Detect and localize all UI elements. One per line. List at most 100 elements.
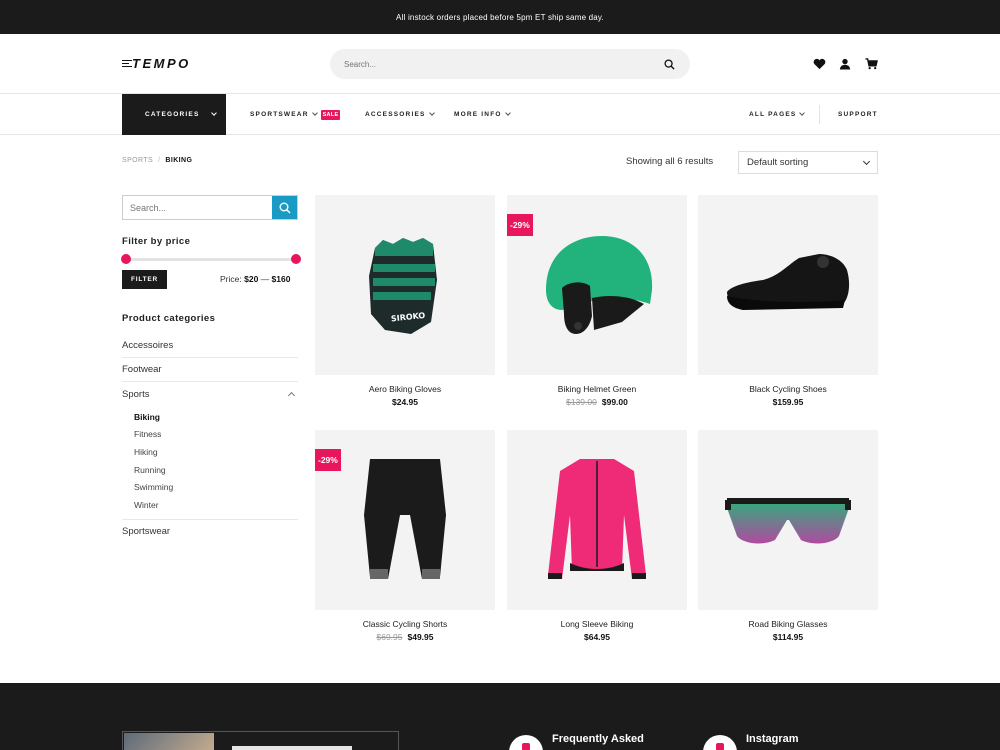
product-name[interactable]: Black Cycling Shoes [698, 384, 878, 394]
chevron-down-icon [211, 110, 217, 116]
chevron-down-icon [428, 110, 435, 116]
sidebar-search-input[interactable] [123, 196, 272, 219]
category-label: Footwear [122, 364, 162, 375]
announcement-text: All instock orders placed before 5pm ET … [396, 12, 604, 22]
price-min: $20 [244, 274, 259, 284]
product-card[interactable]: SIROKO Aero Biking Gloves $24.95 [315, 195, 495, 407]
product-price: $159.95 [698, 397, 878, 407]
chevron-up-icon[interactable] [287, 391, 296, 400]
nav-label: MORE INFO [454, 111, 502, 118]
product-image-jersey[interactable] [507, 430, 687, 610]
price-range-text: Price: $20 — $160 [220, 274, 290, 284]
category-item-footwear[interactable]: Footwear [122, 358, 298, 382]
header-search-input[interactable] [344, 59, 662, 69]
sorting-select[interactable]: Default sorting [738, 151, 878, 174]
site-header: TEMPO [0, 34, 1000, 94]
breadcrumb-parent[interactable]: SPORTS [122, 157, 153, 164]
product-name[interactable]: Long Sleeve Biking [507, 619, 687, 629]
footer-post-image[interactable] [124, 733, 214, 750]
nav-label: ACCESSORIES [365, 111, 426, 118]
product-card[interactable]: Black Cycling Shoes $159.95 [698, 195, 878, 407]
category-item-accessoires[interactable]: Accessoires [122, 334, 298, 358]
user-icon[interactable] [838, 57, 852, 71]
product-price: $114.95 [698, 632, 878, 642]
category-item-sports[interactable]: Sports [122, 382, 298, 406]
footer-faq-title[interactable]: Frequently Asked [552, 733, 644, 745]
product-categories-heading: Product categories [122, 313, 216, 324]
nav-label: SUPPORT [838, 111, 878, 118]
sorting-value: Default sorting [747, 157, 809, 168]
instagram-icon [703, 735, 737, 750]
search-icon[interactable] [662, 57, 676, 71]
price-max: $160 [271, 274, 291, 284]
sidebar-search-button[interactable] [272, 196, 297, 219]
price-slider-track[interactable] [126, 258, 296, 261]
subcategory-item-fitness[interactable]: Fitness [134, 426, 298, 444]
sports-subcategory-list: Biking Fitness Hiking Running Swimming W… [122, 406, 298, 520]
filter-price-heading: Filter by price [122, 236, 191, 247]
product-name[interactable]: Road Biking Glasses [698, 619, 878, 629]
nav-item-support[interactable]: SUPPORT [838, 94, 878, 135]
product-price: $69.95 $49.95 [315, 632, 495, 642]
price-slider-min-handle[interactable] [121, 254, 131, 264]
search-icon [279, 202, 291, 214]
categories-button[interactable]: CATEGORIES [122, 94, 226, 135]
product-image-gloves[interactable]: SIROKO [315, 195, 495, 375]
subcategory-item-swimming[interactable]: Swimming [134, 478, 298, 496]
category-label: Sports [122, 388, 150, 400]
product-image-glasses[interactable] [698, 430, 878, 610]
product-image-shorts[interactable] [315, 430, 495, 610]
subcategory-item-hiking[interactable]: Hiking [134, 443, 298, 461]
category-label: Sportswear [122, 526, 171, 538]
chevron-down-icon [504, 110, 511, 116]
product-name[interactable]: Aero Biking Gloves [315, 384, 495, 394]
nav-label: ALL PAGES [749, 111, 797, 118]
product-name[interactable]: Biking Helmet Green [507, 384, 687, 394]
subcategory-item-winter[interactable]: Winter [134, 496, 298, 514]
old-price: $139.00 [566, 397, 597, 407]
nav-item-sportswear[interactable]: SPORTSWEAR SALE [250, 94, 341, 135]
category-label: Accessoires [122, 340, 174, 351]
product-card[interactable]: -29% Biking Helmet Green $139.00 $99.00 [507, 195, 687, 407]
nav-item-more-info[interactable]: MORE INFO [454, 94, 511, 135]
chevron-down-icon [311, 110, 318, 116]
current-price: $114.95 [772, 632, 804, 642]
faq-icon [509, 735, 543, 750]
product-card[interactable]: Road Biking Glasses $114.95 [698, 430, 878, 642]
product-card[interactable]: Long Sleeve Biking $64.95 [507, 430, 687, 642]
sidebar-search [122, 195, 298, 220]
discount-badge: -29% [507, 214, 533, 236]
product-image-shoes[interactable] [698, 195, 878, 375]
nav-item-accessories[interactable]: ACCESSORIES [365, 94, 435, 135]
heart-icon[interactable] [812, 57, 826, 71]
current-price: $99.00 [601, 397, 628, 407]
footer-instagram-title[interactable]: Instagram [746, 733, 799, 745]
breadcrumb: SPORTS / BIKING [122, 157, 192, 164]
footer-post-title [232, 746, 352, 750]
category-item-sportswear[interactable]: Sportswear [122, 520, 298, 544]
chevron-down-icon [799, 110, 806, 116]
filter-button[interactable]: FILTER [122, 270, 167, 289]
price-slider-max-handle[interactable] [291, 254, 301, 264]
product-card[interactable]: -29% Classic Cycling Shorts $69.95 $49.95 [315, 430, 495, 642]
site-footer: Frequently Asked Instagram [0, 683, 1000, 750]
product-price: $139.00 $99.00 [507, 397, 687, 407]
site-logo[interactable]: TEMPO [122, 56, 191, 71]
nav-label: SPORTSWEAR [250, 111, 309, 118]
announcement-bar: All instock orders placed before 5pm ET … [0, 0, 1000, 34]
product-name[interactable]: Classic Cycling Shorts [315, 619, 495, 629]
subcategory-item-biking[interactable]: Biking [134, 408, 298, 426]
header-icons [812, 57, 878, 71]
breadcrumb-separator: / [158, 157, 161, 164]
product-price: $24.95 [315, 397, 495, 407]
cart-icon[interactable] [864, 57, 878, 71]
product-price: $64.95 [507, 632, 687, 642]
current-price: $64.95 [584, 632, 610, 642]
nav-item-all-pages[interactable]: ALL PAGES [749, 94, 806, 135]
category-list: Accessoires Footwear Sports Biking Fitne… [122, 334, 298, 544]
sale-badge: SALE [320, 109, 341, 120]
subcategory-item-running[interactable]: Running [134, 461, 298, 479]
product-image-helmet[interactable] [507, 195, 687, 375]
discount-badge: -29% [315, 449, 341, 471]
logo-mark-icon [122, 59, 132, 68]
